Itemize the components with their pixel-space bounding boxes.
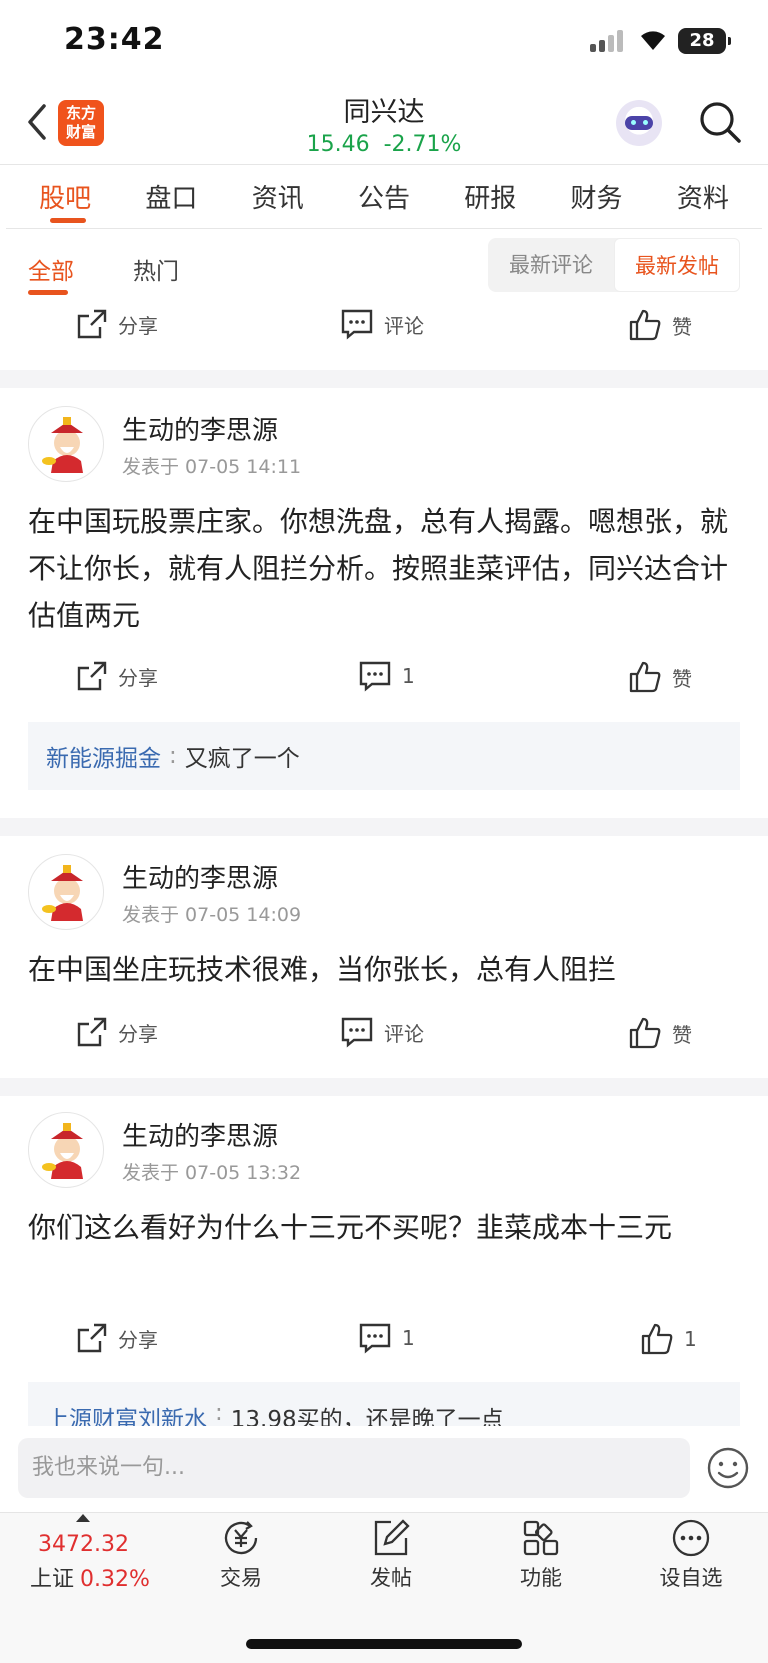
tab-finance[interactable]: 财务 <box>543 166 649 226</box>
reply-author[interactable]: 新能源掘金 <box>46 739 161 773</box>
tab-pankou[interactable]: 盘口 <box>118 166 224 226</box>
subtab-all[interactable]: 全部 <box>28 252 74 286</box>
comment-button[interactable]: 评论 <box>340 308 424 340</box>
share-icon <box>77 1017 107 1047</box>
comment-button[interactable]: 1 <box>358 1322 415 1354</box>
reply-author[interactable]: 上源财富刘新水 <box>46 1400 207 1426</box>
post-author[interactable]: 生动的李思源 <box>122 858 278 895</box>
share-button[interactable]: 分享 <box>76 660 158 692</box>
compose-icon <box>374 1519 410 1556</box>
post-time: 发表于 07-05 14:09 <box>122 904 302 926</box>
avatar[interactable] <box>28 854 104 930</box>
share-button[interactable]: 分享 <box>76 1016 158 1048</box>
reply-text: 13.98买的，还是晚了一点 <box>230 1407 504 1426</box>
thumbs-up-icon <box>629 1017 661 1049</box>
sort-latest-post[interactable]: 最新发帖 <box>614 238 740 292</box>
wifi-icon <box>641 31 665 50</box>
index-change: 0.32% <box>80 1567 150 1592</box>
main-tabs: 股吧 盘口 资讯 公告 研报 财务 资料 <box>0 166 768 226</box>
sort-toggle: 最新评论 最新发帖 <box>488 238 740 292</box>
tab-announcements[interactable]: 公告 <box>331 166 437 226</box>
share-icon <box>77 309 107 339</box>
tab-profile[interactable]: 资料 <box>650 166 756 226</box>
trade-yen-icon <box>224 1521 258 1555</box>
more-dots-icon <box>672 1519 710 1557</box>
nav-trade[interactable]: 交易 <box>186 1518 296 1592</box>
nav-post[interactable]: 发帖 <box>336 1518 446 1592</box>
index-name: 上证 <box>30 1567 75 1592</box>
search-icon[interactable] <box>698 100 742 144</box>
avatar[interactable] <box>28 406 104 482</box>
cellular-signal-icon <box>590 30 626 52</box>
index-value: 3472.32 <box>38 1532 129 1557</box>
comment-input[interactable]: 我也来说一句... <box>18 1438 690 1498</box>
assistant-robot-icon[interactable] <box>616 100 662 146</box>
tab-news[interactable]: 资讯 <box>225 166 331 226</box>
post-time: 发表于 07-05 13:32 <box>122 1162 302 1184</box>
comment-button[interactable]: 评论 <box>340 1016 424 1048</box>
nav-add-watchlist[interactable]: 设自选 <box>636 1518 746 1592</box>
thumbs-up-icon <box>629 309 661 341</box>
post-author[interactable]: 生动的李思源 <box>122 1116 278 1153</box>
comment-button[interactable]: 1 <box>358 660 415 692</box>
expand-up-icon[interactable] <box>76 1514 90 1522</box>
comment-icon <box>341 1017 373 1048</box>
reply-preview[interactable]: 上源财富刘新水:13.98买的，还是晚了一点 <box>28 1382 740 1426</box>
like-button[interactable]: 赞 <box>628 308 692 342</box>
share-icon <box>77 661 107 691</box>
emoji-icon[interactable] <box>706 1446 750 1490</box>
like-button[interactable]: 赞 <box>628 1016 692 1050</box>
subtab-hot[interactable]: 热门 <box>133 252 179 286</box>
thumbs-up-icon <box>641 1323 673 1355</box>
like-button[interactable]: 1 <box>640 1322 697 1356</box>
reply-text: 又疯了一个 <box>184 746 300 772</box>
post-text[interactable]: 你们这么看好为什么十三元不买呢？韭菜成本十三元 <box>28 1204 740 1251</box>
post-text[interactable]: 在中国坐庄玩技术很难，当你张长，总有人阻拦 <box>28 946 740 993</box>
share-icon <box>77 1323 107 1353</box>
avatar[interactable] <box>28 1112 104 1188</box>
tab-guba[interactable]: 股吧 <box>12 166 118 226</box>
tab-research[interactable]: 研报 <box>437 166 543 226</box>
status-time: 23:42 <box>64 22 165 57</box>
nav-functions[interactable]: 功能 <box>486 1518 596 1592</box>
index-ticker[interactable]: 3472.32 上证 0.32% <box>30 1532 170 1593</box>
home-indicator <box>246 1639 522 1649</box>
grid-icon <box>523 1520 559 1556</box>
comment-icon <box>341 309 373 340</box>
reply-preview[interactable]: 新能源掘金: 又疯了一个 <box>28 722 740 790</box>
stock-change: -2.71% <box>383 132 462 157</box>
sort-latest-comment[interactable]: 最新评论 <box>488 238 614 292</box>
battery-icon: 28 <box>678 28 731 54</box>
thumbs-up-icon <box>629 661 661 693</box>
post-time: 发表于 07-05 14:11 <box>122 456 302 478</box>
subtab-underline <box>28 290 68 295</box>
share-button[interactable]: 分享 <box>76 1322 158 1354</box>
stock-price: 15.46 <box>306 132 370 157</box>
share-button[interactable]: 分享 <box>76 308 158 340</box>
post-text[interactable]: 在中国玩股票庄家。你想洗盘，总有人揭露。嗯想张，就不让你长，就有人阻拦分析。按照… <box>28 498 740 639</box>
post-author[interactable]: 生动的李思源 <box>122 410 278 447</box>
comment-icon <box>359 1323 391 1354</box>
like-button[interactable]: 赞 <box>628 660 692 694</box>
comment-icon <box>359 661 391 692</box>
